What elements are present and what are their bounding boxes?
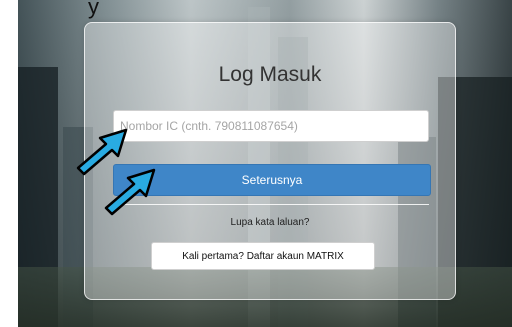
annotation-arrow-icon: [104, 168, 156, 216]
top-glyph: y: [88, 0, 99, 19]
register-button[interactable]: Kali pertama? Daftar akaun MATRIX: [151, 242, 375, 270]
page-title: Log Masuk: [218, 63, 322, 86]
forgot-password-link[interactable]: Lupa kata laluan?: [85, 217, 455, 228]
ic-number-input[interactable]: [113, 110, 429, 142]
login-panel: Log Masuk Seterusnya Lupa kata laluan? K…: [84, 22, 456, 300]
